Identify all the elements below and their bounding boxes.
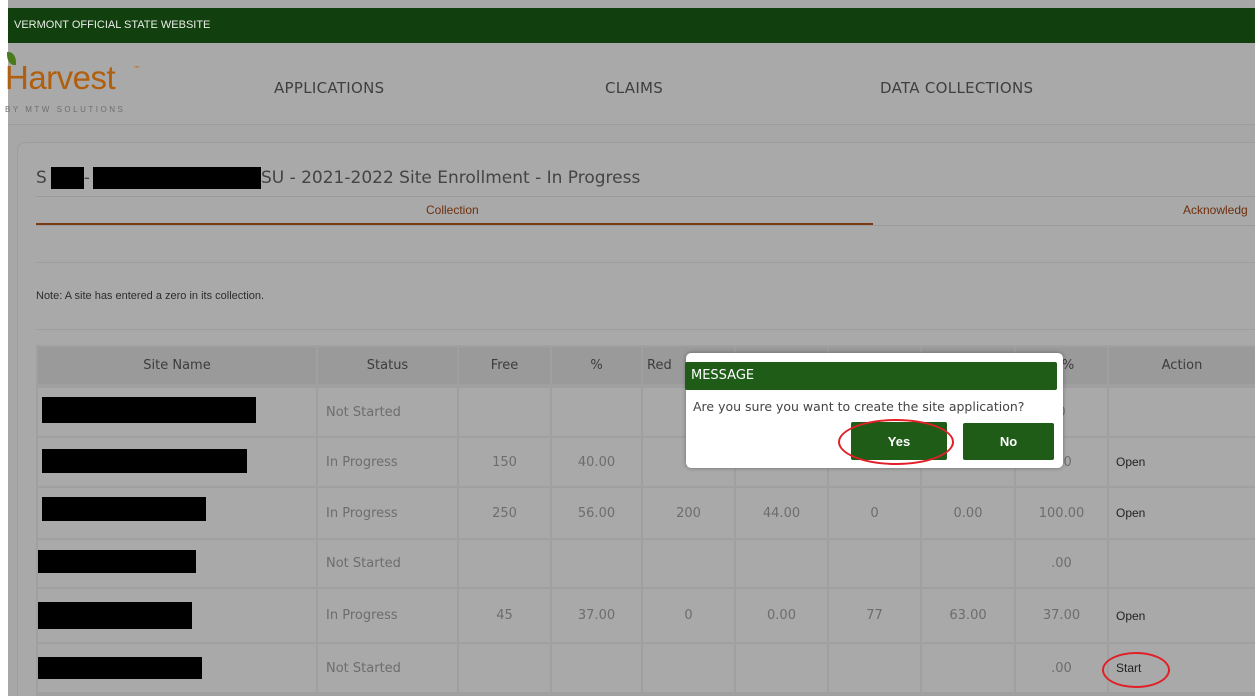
dialog-message: Are you sure you want to create the site…	[693, 399, 1025, 414]
dialog-title: MESSAGE	[685, 362, 1057, 390]
table-row-reduced-pct: 0.00	[736, 589, 827, 642]
table-row-status: In Progress	[318, 589, 457, 642]
table-row-col7: 0.00	[922, 488, 1014, 538]
collection-note: Note: A site has entered a zero in its c…	[36, 290, 265, 302]
table-row-status: Not Started	[318, 388, 457, 436]
annotation-circle-yes	[838, 419, 954, 465]
page-title: S - SU - 2021-2022 Site Enrollment - In …	[36, 166, 640, 190]
site-header: Harvest ™ BY MTW SOLUTIONS APPLICATIONS …	[5, 43, 1255, 125]
table-row-site-name	[38, 644, 316, 692]
col-header-free: Free	[459, 347, 550, 384]
redaction-block	[42, 397, 256, 423]
table-row-reduced-pct: 44.00	[736, 488, 827, 538]
table-row-free-pct: 40.00	[552, 438, 641, 486]
section-divider	[36, 262, 1255, 263]
tab-collection[interactable]: Collection	[426, 203, 479, 217]
table-row-free	[459, 644, 550, 692]
title-dash: -	[83, 168, 90, 188]
table-row-col7	[922, 540, 1014, 587]
table-row-site-name	[38, 540, 316, 587]
table-row-fr-pct: 37.00	[1016, 589, 1107, 642]
logo-trademark: ™	[133, 65, 140, 73]
table-row-reduced-pct	[736, 540, 827, 587]
table-row-free-pct	[552, 388, 641, 436]
table-row-action[interactable]: Open	[1109, 589, 1255, 642]
redaction-block	[38, 657, 202, 679]
redaction-block	[92, 167, 261, 189]
redaction-block	[38, 550, 196, 573]
table-row-free-pct: 56.00	[552, 488, 641, 538]
table-row-status: Not Started	[318, 644, 457, 692]
table-row-free: 250	[459, 488, 550, 538]
table-row-free-pct	[552, 644, 641, 692]
table-row-fr-pct: .00	[1016, 540, 1107, 587]
table-row-action[interactable]	[1109, 540, 1255, 587]
table-row-action[interactable]: Open	[1109, 438, 1255, 486]
state-banner-label: VERMONT OFFICIAL STATE WEBSITE	[14, 19, 211, 31]
table-row-site-name	[38, 589, 316, 642]
tabs-divider-top	[36, 196, 1255, 197]
section-divider	[36, 329, 1255, 330]
table-row-site-name	[38, 488, 316, 538]
table-row-action[interactable]	[1109, 388, 1255, 436]
table-row-free-pct	[552, 540, 641, 587]
annotation-circle-start	[1102, 652, 1170, 688]
redaction-block	[38, 602, 192, 629]
table-row-site-name	[38, 438, 316, 486]
table-row-col7: 63.00	[922, 589, 1014, 642]
table-row-col6: 0	[829, 488, 920, 538]
table-row-reduced	[643, 644, 734, 692]
table-row-reduced: 0	[643, 589, 734, 642]
title-prefix: S	[36, 168, 47, 188]
table-row-status: Not Started	[318, 540, 457, 587]
table-row-col6	[829, 644, 920, 692]
nav-applications[interactable]: APPLICATIONS	[274, 79, 384, 97]
table-row-fr-pct: 100.00	[1016, 488, 1107, 538]
harvest-logo[interactable]: Harvest ™ BY MTW SOLUTIONS	[5, 43, 165, 125]
col-header-site-name: Site Name	[38, 347, 316, 384]
table-row-col6: 77	[829, 589, 920, 642]
table-row-free	[459, 540, 550, 587]
tab-acknowledgement[interactable]: Acknowledg	[1183, 203, 1248, 217]
redaction-block	[50, 167, 84, 189]
table-row-status: In Progress	[318, 488, 457, 538]
col-header-status: Status	[318, 347, 457, 384]
table-row-fr-pct: .00	[1016, 644, 1107, 692]
nav-data-collections[interactable]: DATA COLLECTIONS	[880, 79, 1033, 97]
table-row-free	[459, 388, 550, 436]
col-header-free-pct: %	[552, 347, 641, 384]
table-row-free: 150	[459, 438, 550, 486]
nav-claims[interactable]: CLAIMS	[605, 79, 663, 97]
table-row-reduced-pct	[736, 644, 827, 692]
table-row-status: In Progress	[318, 438, 457, 486]
tabs-divider-bottom	[36, 225, 1255, 226]
redaction-block	[42, 449, 247, 473]
table-row-reduced: 200	[643, 488, 734, 538]
logo-subtitle: BY MTW SOLUTIONS	[5, 105, 126, 114]
table-row-free: 45	[459, 589, 550, 642]
no-button[interactable]: No	[963, 423, 1054, 460]
table-row-reduced	[643, 540, 734, 587]
table-row-site-name	[38, 388, 316, 436]
col-header-action: Action	[1109, 347, 1255, 384]
state-banner: VERMONT OFFICIAL STATE WEBSITE	[8, 8, 1255, 43]
logo-name: Harvest	[5, 59, 116, 96]
title-suffix: SU - 2021-2022 Site Enrollment - In Prog…	[260, 168, 641, 188]
site-table: Site Name Status Free % Red R % Action N…	[36, 345, 1255, 696]
table-row-col6	[829, 540, 920, 587]
redaction-block	[42, 497, 206, 521]
table-row-action[interactable]: Open	[1109, 488, 1255, 538]
table-row-col7	[922, 644, 1014, 692]
table-row-free-pct: 37.00	[552, 589, 641, 642]
